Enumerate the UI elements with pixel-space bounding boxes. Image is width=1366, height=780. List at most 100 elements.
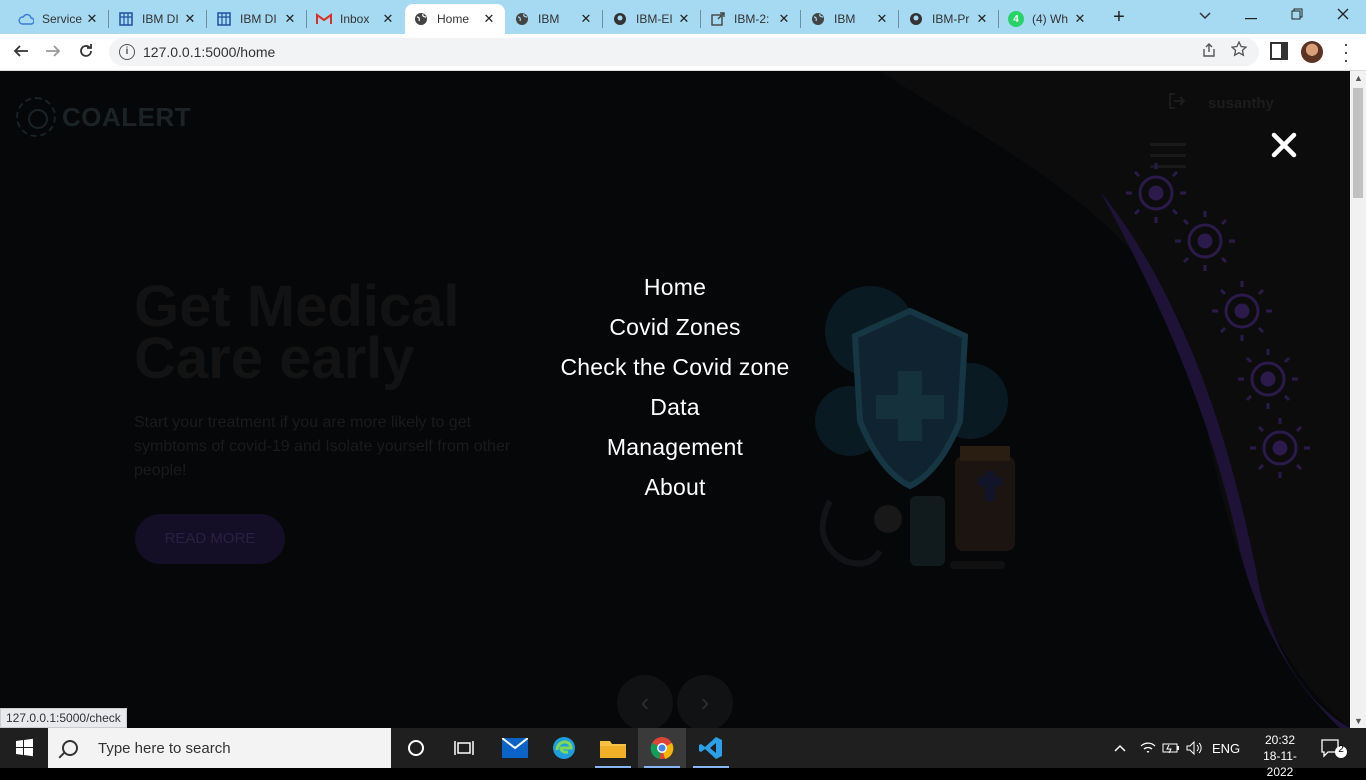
minimize-button[interactable] bbox=[1228, 0, 1274, 30]
tab-ibm-1[interactable]: IBM ✕ bbox=[506, 4, 602, 34]
tab-close-icon[interactable]: ✕ bbox=[776, 11, 792, 27]
notification-center-icon[interactable]: 2 bbox=[1320, 738, 1348, 758]
logout-icon[interactable] bbox=[1168, 93, 1188, 113]
overlay-nav-menu: Home Covid Zones Check the Covid zone Da… bbox=[475, 267, 875, 507]
task-view-icon[interactable] bbox=[440, 728, 488, 768]
tab-label: Inbox bbox=[340, 12, 370, 26]
tab-close-icon[interactable]: ✕ bbox=[974, 11, 990, 27]
tab-close-icon[interactable]: ✕ bbox=[182, 11, 198, 27]
tab-label: IBM-EI bbox=[636, 12, 673, 26]
web-page: COALERT susanthy Get Medical Care early … bbox=[0, 71, 1350, 728]
volume-icon[interactable] bbox=[1186, 728, 1206, 768]
scroll-up-arrow-icon[interactable]: ▲ bbox=[1354, 73, 1363, 83]
close-menu-icon[interactable] bbox=[1266, 127, 1302, 163]
language-indicator[interactable]: ENG bbox=[1212, 728, 1242, 768]
nav-link-home[interactable]: Home bbox=[475, 267, 875, 307]
cortana-icon[interactable] bbox=[392, 728, 440, 768]
address-url[interactable]: 127.0.0.1:5000/home bbox=[143, 44, 275, 60]
tab-divider bbox=[800, 10, 801, 28]
tab-label: IBM-Pr bbox=[932, 12, 970, 26]
globe-icon bbox=[810, 11, 826, 27]
tab-label: IBM DI bbox=[240, 12, 277, 26]
reload-icon[interactable] bbox=[73, 40, 99, 66]
show-hidden-icons-chevron-icon[interactable] bbox=[1114, 728, 1130, 768]
bookmark-star-icon[interactable] bbox=[1230, 40, 1248, 62]
tab-divider bbox=[206, 10, 207, 28]
tab-label: (4) Wh bbox=[1032, 12, 1068, 26]
tab-close-icon[interactable]: ✕ bbox=[578, 11, 594, 27]
nav-link-check-covid-zone[interactable]: Check the Covid zone bbox=[475, 347, 875, 387]
tab-close-icon[interactable]: ✕ bbox=[84, 11, 100, 27]
cloud-icon bbox=[18, 11, 34, 27]
windows-start-icon[interactable] bbox=[0, 728, 48, 768]
system-clock[interactable]: 20:32 18-11-2022 bbox=[1255, 732, 1305, 780]
tab-ibm-di-2[interactable]: IBM DI ✕ bbox=[208, 4, 306, 34]
side-panel-icon[interactable] bbox=[1270, 42, 1288, 60]
tab-ibm-di-1[interactable]: IBM DI ✕ bbox=[110, 4, 206, 34]
tab-divider bbox=[108, 10, 109, 28]
grid-icon bbox=[118, 11, 134, 27]
vscode-icon[interactable] bbox=[687, 728, 735, 768]
tab-search-chevron-icon[interactable] bbox=[1182, 0, 1228, 30]
notification-count: 2 bbox=[1338, 744, 1344, 755]
slider-prev-button[interactable]: ‹ bbox=[617, 675, 673, 728]
browser-toolbar: i 127.0.0.1:5000/home · · · bbox=[0, 34, 1366, 71]
forward-arrow-icon[interactable] bbox=[40, 40, 66, 66]
back-arrow-icon[interactable] bbox=[8, 40, 34, 66]
tab-ibm-2b[interactable]: IBM ✕ bbox=[802, 4, 898, 34]
virus-logo-icon bbox=[16, 97, 56, 137]
tab-close-icon[interactable]: ✕ bbox=[874, 11, 890, 27]
tab-close-icon[interactable]: ✕ bbox=[380, 11, 396, 27]
read-more-button[interactable]: READ MORE bbox=[135, 514, 285, 564]
tab-ibm-2[interactable]: IBM-2: ✕ bbox=[702, 4, 800, 34]
tab-label: IBM bbox=[834, 12, 856, 26]
clock-time: 20:32 bbox=[1264, 733, 1296, 747]
tab-ibm-pr[interactable]: IBM-Pr ✕ bbox=[900, 4, 998, 34]
address-bar[interactable]: i 127.0.0.1:5000/home bbox=[109, 38, 1259, 66]
tab-divider bbox=[898, 10, 899, 28]
nav-link-management[interactable]: Management bbox=[475, 427, 875, 467]
close-window-button[interactable] bbox=[1320, 0, 1366, 30]
restore-button[interactable] bbox=[1274, 0, 1320, 30]
search-icon bbox=[62, 740, 78, 756]
tab-label: IBM-2: bbox=[734, 12, 770, 26]
external-icon bbox=[710, 11, 726, 27]
browser-tab-strip: Service ✕ IBM DI ✕ IBM DI ✕ Inbox ✕ Home… bbox=[0, 0, 1366, 34]
slider-next-button[interactable]: › bbox=[677, 675, 733, 728]
taskbar-search-box[interactable]: Type here to search bbox=[48, 728, 391, 768]
network-icon[interactable] bbox=[1140, 728, 1158, 768]
scroll-down-arrow-icon[interactable]: ▼ bbox=[1354, 716, 1363, 726]
mail-app-icon[interactable] bbox=[491, 728, 539, 768]
profile-avatar[interactable] bbox=[1301, 41, 1323, 63]
nav-link-covid-zones[interactable]: Covid Zones bbox=[475, 307, 875, 347]
tab-close-icon[interactable]: ✕ bbox=[676, 11, 692, 27]
battery-icon[interactable] bbox=[1162, 728, 1182, 768]
windows-taskbar: Type here to search ENG 20:32 18-11-2022… bbox=[0, 728, 1366, 779]
site-brand[interactable]: COALERT bbox=[16, 97, 191, 137]
file-explorer-icon[interactable] bbox=[589, 728, 637, 768]
tab-ibm-ei[interactable]: IBM-EI ✕ bbox=[604, 4, 700, 34]
share-icon[interactable] bbox=[1201, 42, 1217, 62]
grid-icon bbox=[216, 11, 232, 27]
search-placeholder: Type here to search bbox=[98, 739, 231, 757]
tab-close-icon[interactable]: ✕ bbox=[1072, 11, 1088, 27]
more-menu-icon[interactable]: · · · bbox=[1336, 35, 1356, 69]
gmail-icon bbox=[316, 11, 332, 27]
nav-link-data[interactable]: Data bbox=[475, 387, 875, 427]
user-area: susanthy bbox=[1168, 93, 1274, 113]
edge-browser-icon[interactable] bbox=[540, 728, 588, 768]
tab-service[interactable]: Service ✕ bbox=[10, 4, 108, 34]
tab-label: IBM bbox=[538, 12, 560, 26]
tab-close-icon[interactable]: ✕ bbox=[282, 11, 298, 27]
page-scrollbar[interactable]: ▲ ▼ bbox=[1350, 71, 1366, 728]
tab-whatsapp[interactable]: 4 (4) Wh ✕ bbox=[1000, 4, 1096, 34]
site-info-icon[interactable]: i bbox=[119, 44, 135, 60]
tab-home[interactable]: Home ✕ bbox=[405, 4, 505, 34]
new-tab-button[interactable]: + bbox=[1108, 6, 1130, 28]
nav-link-about[interactable]: About bbox=[475, 467, 875, 507]
tab-close-icon[interactable]: ✕ bbox=[481, 11, 497, 27]
scroll-thumb[interactable] bbox=[1353, 88, 1363, 198]
tab-inbox[interactable]: Inbox ✕ bbox=[308, 4, 404, 34]
globe-icon bbox=[413, 11, 429, 27]
chrome-browser-icon[interactable] bbox=[638, 728, 686, 768]
